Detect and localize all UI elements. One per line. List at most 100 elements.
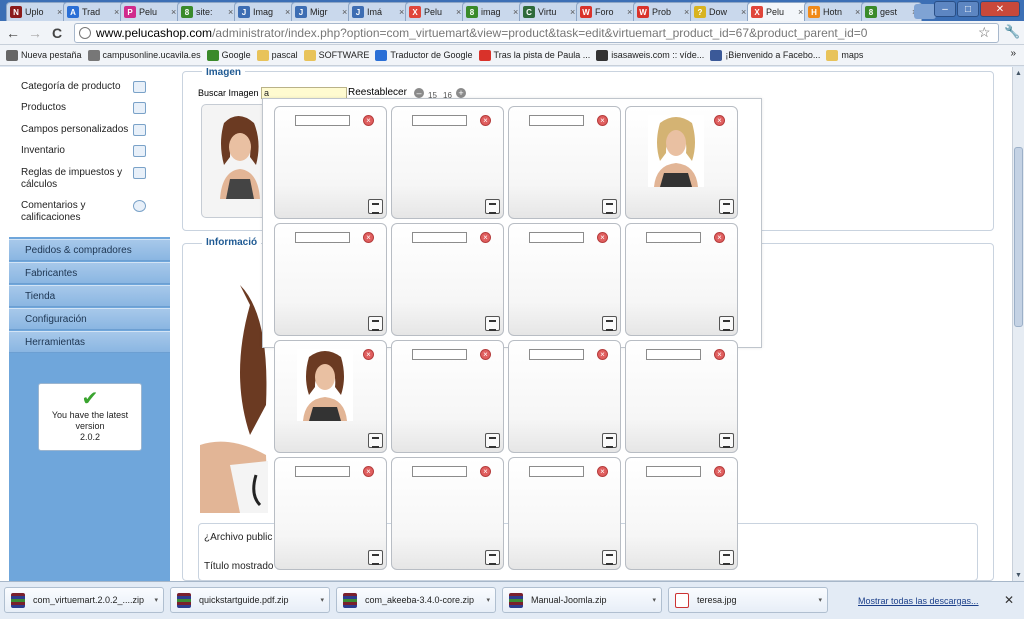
image-grid-cell[interactable]: × xyxy=(274,223,387,336)
image-caption-input[interactable] xyxy=(646,466,701,477)
pager-next-button[interactable]: + xyxy=(456,88,466,98)
edit-image-icon[interactable] xyxy=(485,550,500,565)
edit-image-icon[interactable] xyxy=(485,433,500,448)
close-window-button[interactable]: ✕ xyxy=(980,1,1020,17)
delete-image-icon[interactable]: × xyxy=(597,349,608,360)
sidebar-item-categoria[interactable]: Categoría de producto xyxy=(21,81,131,93)
download-item[interactable]: com_akeeba-3.4.0-core.zip ▾ xyxy=(336,587,496,613)
edit-image-icon[interactable] xyxy=(719,550,734,565)
image-grid-cell[interactable]: × xyxy=(274,106,387,219)
bookmark-item[interactable]: SOFTWARE xyxy=(303,49,369,61)
image-grid-cell[interactable]: × xyxy=(391,340,504,453)
bookmark-item[interactable]: campusonline.ucavila.es xyxy=(87,49,201,61)
image-grid-cell[interactable]: × xyxy=(625,106,738,219)
sidebar-section-configuracion[interactable]: Configuración xyxy=(9,308,170,330)
image-caption-input[interactable] xyxy=(529,349,584,360)
image-caption-input[interactable] xyxy=(295,232,350,243)
new-tab-button[interactable] xyxy=(914,4,936,19)
bookmark-item[interactable]: isasaweis.com :: víde... xyxy=(596,49,704,61)
image-grid-cell[interactable]: × xyxy=(391,223,504,336)
edit-image-icon[interactable] xyxy=(485,199,500,214)
image-grid-cell[interactable]: × xyxy=(625,223,738,336)
browser-tab[interactable]: C Virtu × xyxy=(519,2,580,21)
image-grid-cell[interactable]: × xyxy=(391,457,504,570)
sidebar-section-fabricantes[interactable]: Fabricantes xyxy=(9,262,170,284)
edit-image-icon[interactable] xyxy=(719,199,734,214)
assigned-image-card[interactable] xyxy=(201,104,269,218)
edit-image-icon[interactable] xyxy=(485,316,500,331)
browser-tab[interactable]: J Imag × xyxy=(234,2,295,21)
bookmark-item[interactable]: ¡Bienvenido a Facebo... xyxy=(710,49,820,61)
image-grid-cell[interactable]: × xyxy=(391,106,504,219)
bookmark-star-icon[interactable]: ☆ xyxy=(978,24,991,41)
image-caption-input[interactable] xyxy=(412,232,467,243)
delete-image-icon[interactable]: × xyxy=(714,232,725,243)
edit-image-icon[interactable] xyxy=(719,316,734,331)
image-caption-input[interactable] xyxy=(412,466,467,477)
sidebar-section-tienda[interactable]: Tienda xyxy=(9,285,170,307)
sidebar-item-campos[interactable]: Campos personalizados xyxy=(21,124,131,136)
sidebar-section-pedidos[interactable]: Pedidos & compradores xyxy=(9,239,170,261)
bookmark-item[interactable]: Google xyxy=(206,49,251,61)
browser-tab[interactable]: W Foro × xyxy=(576,2,637,21)
image-grid-cell[interactable]: × xyxy=(508,106,621,219)
delete-image-icon[interactable]: × xyxy=(480,466,491,477)
close-downloads-button[interactable]: ✕ xyxy=(1004,593,1014,607)
delete-image-icon[interactable]: × xyxy=(597,232,608,243)
edit-image-icon[interactable] xyxy=(368,433,383,448)
image-caption-input[interactable] xyxy=(646,232,701,243)
download-item[interactable]: quickstartguide.pdf.zip ▾ xyxy=(170,587,330,613)
bookmark-item[interactable]: maps xyxy=(826,49,863,61)
minimize-button[interactable]: – xyxy=(934,1,956,17)
browser-tab[interactable]: X Pelu × xyxy=(747,2,808,21)
delete-image-icon[interactable]: × xyxy=(714,349,725,360)
image-caption-input[interactable] xyxy=(295,115,350,126)
browser-tab[interactable]: W Prob × xyxy=(633,2,694,21)
sidebar-item-reglas[interactable]: Reglas de impuestos y cálculos xyxy=(21,167,131,191)
bookmark-item[interactable]: Tras la pista de Paula ... xyxy=(478,49,590,61)
image-caption-input[interactable] xyxy=(529,232,584,243)
image-grid-cell[interactable]: × xyxy=(508,457,621,570)
download-item[interactable]: teresa.jpg ▾ xyxy=(668,587,828,613)
download-menu-icon[interactable]: ▾ xyxy=(154,596,158,604)
sidebar-item-inventario[interactable]: Inventario xyxy=(21,145,131,157)
bookmarks-overflow-button[interactable]: » xyxy=(1010,48,1016,59)
delete-image-icon[interactable]: × xyxy=(714,115,725,126)
download-menu-icon[interactable]: ▾ xyxy=(818,596,822,604)
image-grid-cell[interactable]: × xyxy=(274,457,387,570)
edit-image-icon[interactable] xyxy=(602,199,617,214)
sidebar-item-productos[interactable]: Productos xyxy=(21,102,131,114)
browser-tab[interactable]: J Migr × xyxy=(291,2,352,21)
sidebar-item-comentarios[interactable]: Comentarios y calificaciones xyxy=(21,200,131,224)
sidebar-section-herramientas[interactable]: Herramientas xyxy=(9,331,170,353)
browser-tab[interactable]: ? Dow × xyxy=(690,2,751,21)
delete-image-icon[interactable]: × xyxy=(363,466,374,477)
delete-image-icon[interactable]: × xyxy=(363,349,374,360)
bookmark-item[interactable]: Nueva pestaña xyxy=(6,49,82,61)
image-caption-input[interactable] xyxy=(529,115,584,126)
download-menu-icon[interactable]: ▾ xyxy=(486,596,490,604)
reset-button[interactable]: Reestablecer xyxy=(348,87,407,98)
browser-tab[interactable]: 8 imag × xyxy=(462,2,523,21)
image-grid-cell[interactable]: × xyxy=(274,340,387,453)
edit-image-icon[interactable] xyxy=(368,550,383,565)
vertical-scrollbar[interactable]: ▲ ▼ xyxy=(1012,67,1024,581)
image-caption-input[interactable] xyxy=(529,466,584,477)
image-caption-input[interactable] xyxy=(295,466,350,477)
delete-image-icon[interactable]: × xyxy=(597,115,608,126)
address-bar[interactable]: www.pelucashop.com /administrator/index.… xyxy=(74,23,999,43)
forward-button[interactable]: → xyxy=(28,25,42,41)
show-all-downloads-link[interactable]: Mostrar todas las descargas... xyxy=(858,596,979,606)
edit-image-icon[interactable] xyxy=(602,550,617,565)
download-menu-icon[interactable]: ▾ xyxy=(652,596,656,604)
maximize-button[interactable]: □ xyxy=(957,1,979,17)
edit-image-icon[interactable] xyxy=(602,433,617,448)
image-grid-cell[interactable]: × xyxy=(625,340,738,453)
reload-button[interactable]: C xyxy=(52,25,62,41)
download-menu-icon[interactable]: ▾ xyxy=(320,596,324,604)
scroll-down-arrow[interactable]: ▼ xyxy=(1013,569,1024,581)
browser-tab[interactable]: P Pelu × xyxy=(120,2,181,21)
browser-tab[interactable]: 8 site: × xyxy=(177,2,238,21)
edit-image-icon[interactable] xyxy=(368,199,383,214)
image-grid-cell[interactable]: × xyxy=(625,457,738,570)
